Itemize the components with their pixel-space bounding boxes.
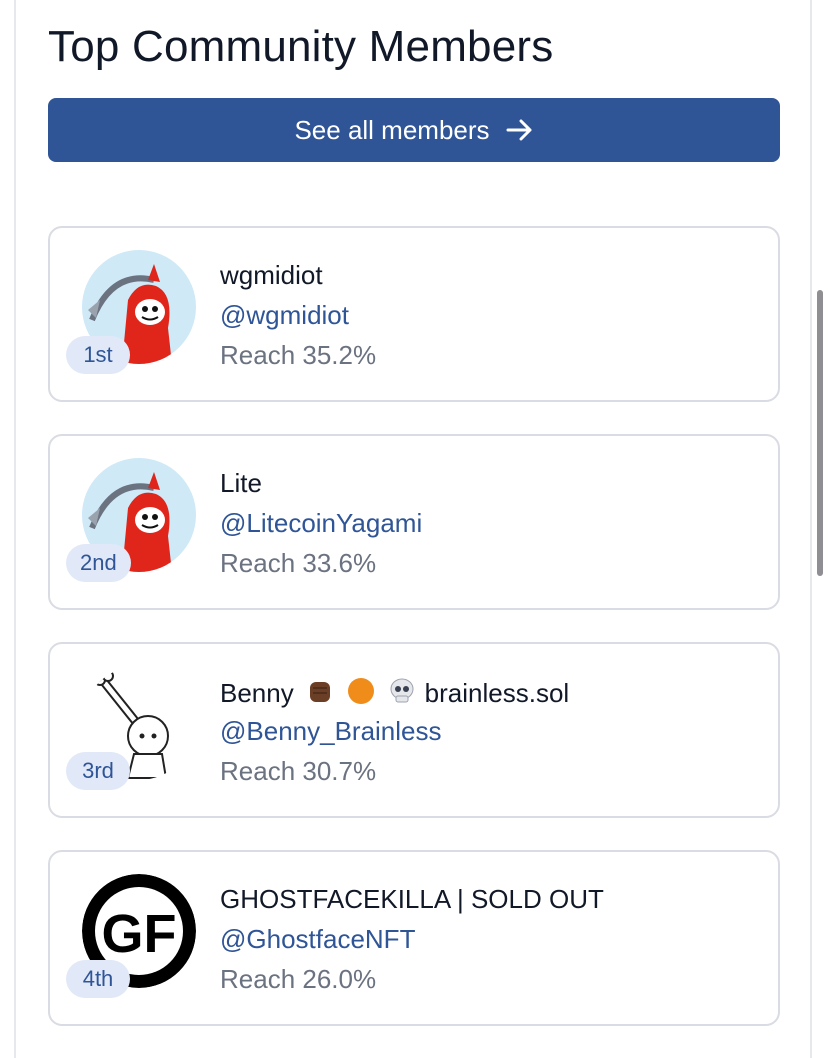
rank-badge: 2nd bbox=[66, 544, 131, 582]
see-all-members-button[interactable]: See all members bbox=[48, 98, 780, 162]
member-handle[interactable]: @LitecoinYagami bbox=[220, 508, 422, 539]
member-handle[interactable]: @wgmidiot bbox=[220, 300, 349, 331]
skull-emoji-icon bbox=[387, 676, 417, 713]
member-handle[interactable]: @Benny_Brainless bbox=[220, 716, 442, 747]
orange-circle-emoji-icon bbox=[346, 676, 376, 713]
svg-text:GF: GF bbox=[102, 904, 177, 964]
see-all-members-label: See all members bbox=[294, 114, 490, 145]
member-card-3[interactable]: 3rd Benny brainless.sol @Benny_Brainless… bbox=[48, 642, 780, 818]
member-handle[interactable]: @GhostfaceNFT bbox=[220, 924, 415, 955]
member-name[interactable]: Benny brainless.sol bbox=[220, 676, 569, 713]
rank-badge: 3rd bbox=[66, 752, 130, 790]
rank-badge: 4th bbox=[66, 960, 130, 998]
member-name[interactable]: wgmidiot bbox=[220, 260, 323, 291]
member-name-prefix: Benny bbox=[220, 678, 294, 708]
member-reach: Reach 35.2% bbox=[220, 340, 377, 370]
member-reach: Reach 30.7% bbox=[220, 756, 377, 786]
fist-emoji-icon bbox=[305, 676, 335, 713]
member-reach: Reach 26.0% bbox=[220, 964, 377, 994]
member-reach: Reach 33.6% bbox=[220, 548, 377, 578]
scrollbar[interactable] bbox=[817, 290, 823, 576]
rank-badge: 1st bbox=[66, 336, 130, 374]
member-card-1[interactable]: 1st wgmidiot @wgmidiot Reach 35.2% bbox=[48, 226, 780, 402]
member-card-4[interactable]: GF 4th GHOSTFACEKILLA | SOLD OUT @Ghostf… bbox=[48, 850, 780, 1026]
member-name-suffix: brainless.sol bbox=[424, 678, 570, 708]
arrow-right-icon bbox=[506, 118, 534, 142]
page-title: Top Community Members bbox=[48, 22, 554, 71]
member-card-2[interactable]: 2nd Lite @LitecoinYagami Reach 33.6% bbox=[48, 434, 780, 610]
member-name[interactable]: GHOSTFACEKILLA | SOLD OUT bbox=[220, 884, 604, 915]
member-name[interactable]: Lite bbox=[220, 468, 262, 499]
